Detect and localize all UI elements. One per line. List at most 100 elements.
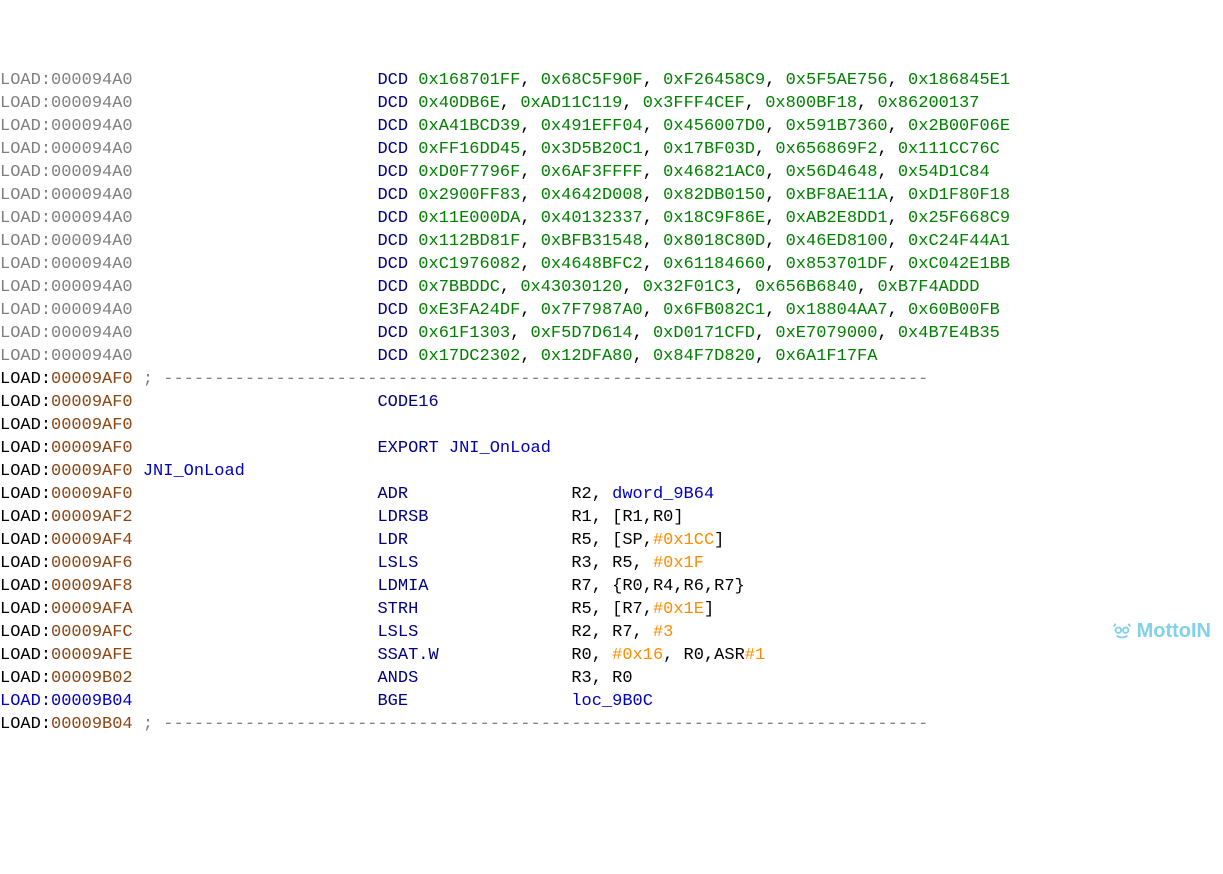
- data-value: 0x43030120: [520, 278, 622, 297]
- code-line[interactable]: LOAD:00009AF0 CODE16: [0, 391, 1223, 414]
- code-line[interactable]: LOAD:00009B04 ; ------------------------…: [0, 713, 1223, 736]
- code-line[interactable]: LOAD:00009AF0 EXPORT JNI_OnLoad: [0, 437, 1223, 460]
- code-line[interactable]: LOAD:000094A0 DCD 0x40DB6E, 0xAD11C119, …: [0, 92, 1223, 115]
- data-value: 0x84F7D820: [653, 347, 755, 366]
- address: 00009AFC: [51, 623, 133, 642]
- code-line[interactable]: LOAD:000094A0 DCD 0xA41BCD39, 0x491EFF04…: [0, 115, 1223, 138]
- directive: EXPORT: [377, 439, 438, 458]
- immediate-value: #3: [653, 623, 673, 642]
- data-value: 0x3FFF4CEF: [643, 94, 745, 113]
- code-line[interactable]: LOAD:00009AFA STRH R5, [R7,#0x1E]: [0, 598, 1223, 621]
- data-value: 0x6A1F17FA: [775, 347, 877, 366]
- data-value: 0x56D4648: [786, 163, 878, 182]
- code-line[interactable]: LOAD:000094A0 DCD 0xE3FA24DF, 0x7F7987A0…: [0, 299, 1223, 322]
- code-line[interactable]: LOAD:00009B02 ANDS R3, R0: [0, 667, 1223, 690]
- immediate-value: #0x1F: [653, 554, 704, 573]
- address: 00009AF2: [51, 508, 133, 527]
- data-value: 0x54D1C84: [898, 163, 990, 182]
- segment-name: LOAD: [0, 370, 41, 389]
- data-value: 0x2B00F06E: [908, 117, 1010, 136]
- separator-line: ----------------------------------------…: [163, 715, 928, 734]
- data-value: 0x60B00FB: [908, 301, 1000, 320]
- address: 00009AF0: [51, 485, 133, 504]
- data-value: 0x853701DF: [786, 255, 888, 274]
- code-line[interactable]: LOAD:000094A0 DCD 0x168701FF, 0x68C5F90F…: [0, 69, 1223, 92]
- data-value: 0xF26458C9: [663, 71, 765, 90]
- data-value: 0xA41BCD39: [418, 117, 520, 136]
- watermark-logo: MottoIN: [1111, 620, 1211, 643]
- address: 00009AF0: [51, 416, 133, 435]
- code-line[interactable]: LOAD:000094A0 DCD 0x2900FF83, 0x4642D008…: [0, 184, 1223, 207]
- data-value: 0xB7F4ADDD: [877, 278, 979, 297]
- code-line[interactable]: LOAD:000094A0 DCD 0xC1976082, 0x4648BFC2…: [0, 253, 1223, 276]
- segment-name: LOAD: [0, 209, 41, 228]
- code-line[interactable]: LOAD:000094A0 DCD 0x7BBDDC, 0x43030120, …: [0, 276, 1223, 299]
- code-line[interactable]: LOAD:000094A0 DCD 0x61F1303, 0xF5D7D614,…: [0, 322, 1223, 345]
- immediate-value: #0x1E: [653, 600, 704, 619]
- segment-name: LOAD: [0, 623, 41, 642]
- data-value: 0x491EFF04: [541, 117, 643, 136]
- code-line[interactable]: LOAD:000094A0 DCD 0x11E000DA, 0x40132337…: [0, 207, 1223, 230]
- data-value: 0x46821AC0: [663, 163, 765, 182]
- mnemonic: LDRSB: [377, 508, 428, 527]
- code-line[interactable]: LOAD:00009AFC LSLS R2, R7, #3: [0, 621, 1223, 644]
- code-line[interactable]: LOAD:00009AF4 LDR R5, [SP,#0x1CC]: [0, 529, 1223, 552]
- address: 000094A0: [51, 186, 133, 205]
- address: 000094A0: [51, 71, 133, 90]
- operand-text: R7, {R0,R4,R6,R7}: [571, 577, 744, 596]
- code-line[interactable]: LOAD:00009AF8 LDMIA R7, {R0,R4,R6,R7}: [0, 575, 1223, 598]
- segment-name: LOAD: [0, 439, 41, 458]
- code-line[interactable]: LOAD:00009AF0 JNI_OnLoad: [0, 460, 1223, 483]
- code-line[interactable]: LOAD:00009AF2 LDRSB R1, [R1,R0]: [0, 506, 1223, 529]
- data-value: 0x86200137: [877, 94, 979, 113]
- code-line[interactable]: LOAD:00009AF0: [0, 414, 1223, 437]
- data-value: 0x5F5AE756: [786, 71, 888, 90]
- data-value: 0x168701FF: [418, 71, 520, 90]
- operand-text: R5, [SP,: [571, 531, 653, 550]
- immediate-value: #0x1CC: [653, 531, 714, 550]
- mnemonic: LDR: [377, 531, 408, 550]
- code-line[interactable]: LOAD:00009AFE SSAT.W R0, #0x16, R0,ASR#1: [0, 644, 1223, 667]
- segment-name: LOAD: [0, 163, 41, 182]
- segment-name: LOAD: [0, 255, 41, 274]
- mnemonic: LSLS: [377, 554, 418, 573]
- operand-text: ]: [704, 600, 714, 619]
- code-line[interactable]: LOAD:000094A0 DCD 0x17DC2302, 0x12DFA80,…: [0, 345, 1223, 368]
- code-line[interactable]: LOAD:000094A0 DCD 0x112BD81F, 0xBFB31548…: [0, 230, 1223, 253]
- mnemonic: DCD: [377, 117, 408, 136]
- data-value: 0x61F1303: [418, 324, 510, 343]
- code-line[interactable]: LOAD:00009AF0 ADR R2, dword_9B64: [0, 483, 1223, 506]
- operand-text: R2,: [571, 485, 612, 504]
- code-line[interactable]: LOAD:000094A0 DCD 0xD0F7796F, 0x6AF3FFFF…: [0, 161, 1223, 184]
- data-value: 0xAB2E8DD1: [786, 209, 888, 228]
- data-value: 0xAD11C119: [520, 94, 622, 113]
- comment-marker: ;: [143, 370, 163, 389]
- address: 00009AF6: [51, 554, 133, 573]
- data-value: 0x3D5B20C1: [541, 140, 643, 159]
- code-line[interactable]: LOAD:00009AF6 LSLS R3, R5, #0x1F: [0, 552, 1223, 575]
- code-line[interactable]: LOAD:000094A0 DCD 0xFF16DD45, 0x3D5B20C1…: [0, 138, 1223, 161]
- operand-text: R2, R7,: [571, 623, 653, 642]
- segment-name: LOAD: [0, 117, 41, 136]
- data-value: 0x4B7E4B35: [898, 324, 1000, 343]
- mnemonic: DCD: [377, 163, 408, 182]
- mnemonic: STRH: [377, 600, 418, 619]
- code-line[interactable]: LOAD:00009AF0 ; ------------------------…: [0, 368, 1223, 391]
- segment-name: LOAD: [0, 692, 41, 711]
- data-value: 0x17BF03D: [663, 140, 755, 159]
- data-value: 0xD0F7796F: [418, 163, 520, 182]
- data-value: 0xC24F44A1: [908, 232, 1010, 251]
- address: 00009AFA: [51, 600, 133, 619]
- data-value: 0x46ED8100: [786, 232, 888, 251]
- segment-name: LOAD: [0, 577, 41, 596]
- data-value: 0x111CC76C: [898, 140, 1000, 159]
- mnemonic: DCD: [377, 301, 408, 320]
- data-value: 0xFF16DD45: [418, 140, 520, 159]
- segment-name: LOAD: [0, 393, 41, 412]
- data-value: 0x8018C80D: [663, 232, 765, 251]
- data-value: 0x112BD81F: [418, 232, 520, 251]
- code-line[interactable]: LOAD:00009B04 BGE loc_9B0C: [0, 690, 1223, 713]
- data-value: 0x656869F2: [775, 140, 877, 159]
- data-value: 0x40132337: [541, 209, 643, 228]
- data-value: 0x591B7360: [786, 117, 888, 136]
